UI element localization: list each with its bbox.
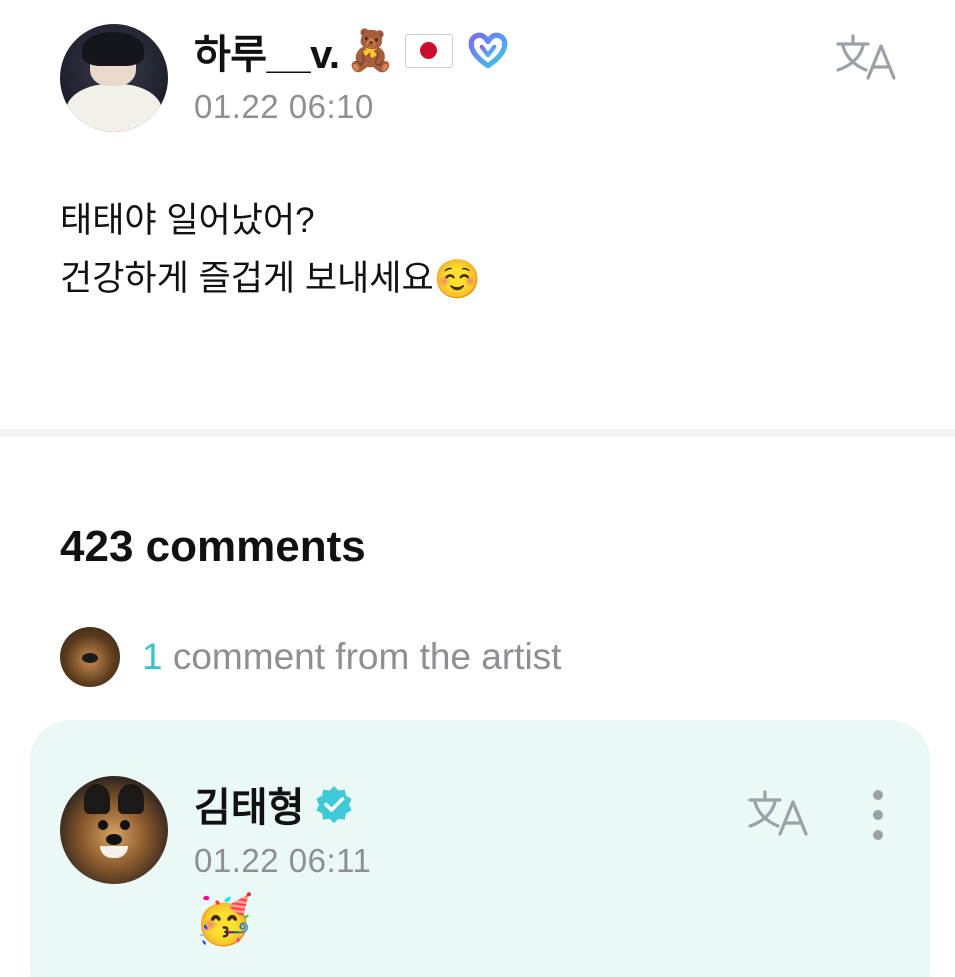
artist-comment-summary[interactable]: 1 comment from the artist xyxy=(60,626,561,688)
more-options-icon[interactable] xyxy=(866,790,890,840)
verified-badge-icon xyxy=(316,786,353,823)
artist-comment-card xyxy=(30,720,930,977)
artist-comment-timestamp: 01.22 06:11 xyxy=(194,842,372,879)
smiling-emoji: ☺️ xyxy=(433,257,481,301)
post-body-line: 건강하게 즐겁게 보내세요 ☺️ xyxy=(60,257,481,301)
post-body-line: 태태야 일어났어? xyxy=(60,201,315,240)
post-author-row: 하루__v. 🧸 xyxy=(194,26,509,77)
artist-comment-count: 1 xyxy=(142,636,163,677)
artist-name-row: 김태형 xyxy=(194,780,354,830)
artist-avatar-small xyxy=(60,627,120,687)
teddy-bear-emoji: 🧸 xyxy=(345,28,396,74)
post-author-avatar[interactable] xyxy=(60,24,168,132)
post-detail-page: 하루__v. 🧸 01.22 06:10 태태야 일어났어? 건강하게 즐겁게 … xyxy=(0,0,955,977)
weverse-heart-icon xyxy=(468,32,508,69)
section-divider xyxy=(0,429,955,437)
artist-avatar[interactable] xyxy=(60,776,168,884)
post-author-name[interactable]: 하루__v. xyxy=(194,22,340,80)
post-body: 태태야 일어났어? 건강하게 즐겁게 보내세요 ☺️ xyxy=(60,192,860,308)
artist-comment-summary-text: 1 comment from the artist xyxy=(142,636,562,677)
artist-comment-text: 🥳 xyxy=(194,892,254,948)
translate-icon[interactable] xyxy=(746,788,812,838)
post-timestamp: 01.22 06:10 xyxy=(194,88,374,125)
translate-icon[interactable] xyxy=(834,32,900,82)
artist-name[interactable]: 김태형 xyxy=(194,775,304,833)
japan-flag-icon xyxy=(405,34,454,68)
comments-count: 423 comments xyxy=(60,522,366,571)
